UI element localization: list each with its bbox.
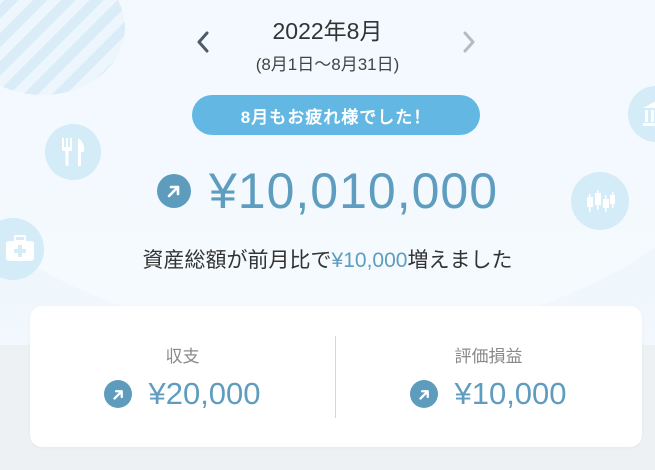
- summary-prefix: 資産総額が前月比で: [142, 249, 332, 272]
- metric-unrealized-gain[interactable]: 評価損益 ¥10,000: [336, 306, 641, 447]
- message-pill: 8月もお疲れ様でした！: [192, 95, 480, 135]
- metric-value-row: ¥10,000: [336, 376, 641, 412]
- arrow-up-right-icon: [104, 380, 133, 408]
- hero-section: 2022年8月 (8月1日〜8月31日) 8月もお疲れ様でした！ ¥10,010…: [0, 0, 655, 345]
- summary-suffix: 増えました: [407, 249, 513, 272]
- total-amount: ¥10,010,000: [208, 163, 499, 219]
- arrow-up-right-icon: [156, 174, 191, 208]
- metric-income-expense[interactable]: 収支 ¥20,000: [30, 306, 335, 447]
- metric-label: 収支: [165, 347, 200, 366]
- date-range: (8月1日〜8月31日): [255, 55, 400, 74]
- metric-value-row: ¥20,000: [30, 376, 335, 412]
- metrics-card: 収支 ¥20,000 評価損益 ¥10,000: [30, 306, 642, 447]
- metric-label: 評価損益: [454, 347, 523, 366]
- metric-value: ¥10,000: [454, 376, 567, 411]
- metric-value: ¥20,000: [148, 376, 261, 411]
- month-title: 2022年8月: [272, 18, 383, 44]
- arrow-up-right-icon: [410, 380, 439, 408]
- change-summary: 資産総額が前月比で¥10,000増えました: [0, 244, 655, 274]
- summary-delta: ¥10,000: [331, 249, 408, 272]
- total-assets-row: ¥10,010,000: [0, 162, 655, 220]
